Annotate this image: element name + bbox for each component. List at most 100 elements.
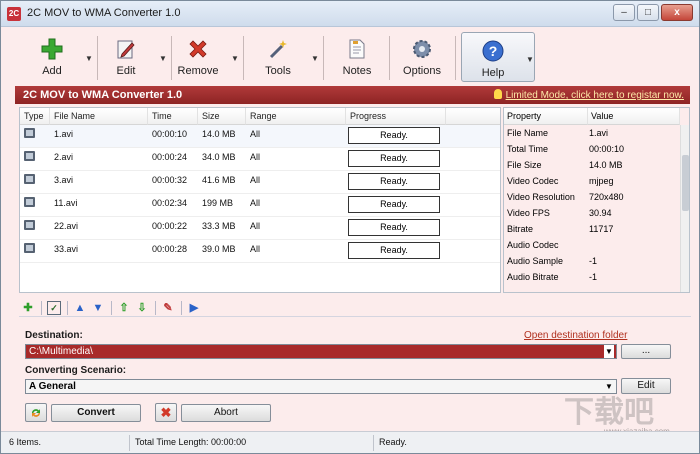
progress-cell: Ready.	[348, 219, 440, 236]
move-top-icon[interactable]: ⇧	[117, 301, 131, 315]
remove-dropdown-arrow[interactable]: ▼	[231, 54, 239, 63]
move-up-icon[interactable]: ▲	[73, 301, 87, 315]
register-link[interactable]: Limited Mode, click here to registar now…	[493, 89, 684, 101]
property-value: 30.94	[589, 208, 612, 218]
remove-button[interactable]: Remove	[175, 31, 221, 83]
open-destination-folder-link[interactable]: Open destination folder	[524, 330, 627, 341]
scrollbar-thumb[interactable]	[682, 155, 689, 211]
cell-size: 39.0 MB	[202, 244, 236, 254]
column-header-size[interactable]: Size	[198, 108, 246, 125]
progress-cell: Ready.	[348, 127, 440, 144]
abort-icon-button[interactable]: ✖	[155, 403, 177, 422]
column-header-time[interactable]: Time	[148, 108, 198, 125]
options-label: Options	[403, 65, 441, 77]
list-toolbar-separator	[181, 301, 182, 315]
cell-time: 00:00:22	[152, 221, 188, 231]
properties-scrollbar[interactable]	[680, 125, 689, 292]
table-row[interactable]: 1.avi 00:00:10 14.0 MB All Ready.	[20, 125, 500, 148]
browse-button[interactable]: ...	[621, 344, 671, 359]
toolbar-separator	[455, 36, 456, 80]
status-state: Ready.	[379, 437, 407, 447]
table-row[interactable]: 33.avi 00:00:28 39.0 MB All Ready.	[20, 240, 500, 263]
property-key: Audio Codec	[507, 240, 559, 250]
minimize-button[interactable]: –	[613, 4, 635, 21]
register-banner: 2C MOV to WMA Converter 1.0 Limited Mode…	[15, 86, 690, 104]
table-row[interactable]: 3.avi 00:00:32 41.6 MB All Ready.	[20, 171, 500, 194]
app-window: 2C 2C MOV to WMA Converter 1.0 – □ x Add…	[0, 0, 700, 454]
column-header-type[interactable]: Type	[20, 108, 50, 125]
column-header-filename[interactable]: File Name	[50, 108, 148, 125]
plus-icon	[41, 38, 63, 60]
table-row[interactable]: 22.avi 00:00:22 33.3 MB All Ready.	[20, 217, 500, 240]
property-key: Audio Bitrate	[507, 272, 559, 282]
help-question-icon: ?	[482, 40, 504, 62]
notes-label: Notes	[342, 65, 372, 77]
cell-range: All	[250, 152, 261, 162]
close-button[interactable]: x	[661, 4, 693, 21]
destination-combobox[interactable]: C:\Multimedia\ ▼	[25, 344, 617, 359]
video-file-icon	[24, 243, 35, 253]
cell-filename: 1.avi	[54, 129, 74, 139]
cell-size: 34.0 MB	[202, 152, 236, 162]
column-header-property[interactable]: Property	[504, 108, 588, 125]
tools-button[interactable]: Tools	[255, 31, 301, 83]
check-all-icon[interactable]: ✓	[47, 301, 61, 315]
property-value: mjpeg	[589, 176, 614, 186]
notes-button[interactable]: Notes	[335, 31, 379, 83]
cell-filename: 22.avi	[54, 221, 79, 231]
options-button[interactable]: Options	[399, 31, 445, 83]
window-title: 2C MOV to WMA Converter 1.0	[27, 7, 181, 19]
column-header-range[interactable]: Range	[246, 108, 346, 125]
chevron-down-icon[interactable]: ▼	[604, 345, 614, 358]
property-key: File Name	[507, 128, 549, 138]
watermark-glyphs: 下载吧	[564, 396, 654, 429]
edit-file-icon[interactable]: ✎	[161, 301, 175, 315]
cell-time: 00:00:10	[152, 129, 188, 139]
maximize-button[interactable]: □	[637, 4, 659, 21]
add-dropdown-arrow[interactable]: ▼	[85, 54, 93, 63]
move-bottom-icon[interactable]: ⇩	[135, 301, 149, 315]
gear-icon	[413, 40, 431, 58]
help-dropdown-arrow[interactable]: ▼	[526, 55, 534, 64]
help-button[interactable]: ? Help ▼	[461, 32, 535, 82]
property-row: Bitrate 11717	[504, 221, 680, 237]
edit-pen-icon	[117, 40, 135, 59]
destination-path: C:\Multimedia\	[29, 346, 93, 357]
column-header-value[interactable]: Value	[588, 108, 680, 125]
help-content: ? Help	[466, 33, 520, 85]
property-value: 11717	[589, 224, 614, 234]
status-items-count: 6 Items.	[9, 437, 42, 447]
file-list[interactable]: Type File Name Time Size Range Progress …	[19, 107, 501, 293]
property-key: File Size	[507, 160, 542, 170]
table-row[interactable]: 2.avi 00:00:24 34.0 MB All Ready.	[20, 148, 500, 171]
converting-scenario-label: Converting Scenario:	[25, 365, 127, 376]
list-toolbar-separator	[155, 301, 156, 315]
cell-time: 00:00:32	[152, 175, 188, 185]
convert-button[interactable]: Convert	[51, 404, 141, 422]
property-value: 14.0 MB	[589, 160, 623, 170]
video-file-icon	[24, 128, 35, 138]
column-header-progress[interactable]: Progress	[346, 108, 446, 125]
status-separator	[373, 435, 374, 451]
property-row: Video Codec mjpeg	[504, 173, 680, 189]
move-down-icon[interactable]: ▼	[91, 301, 105, 315]
scenario-select[interactable]: A General ▼	[25, 379, 617, 394]
list-toolbar-separator	[41, 301, 42, 315]
properties-panel[interactable]: Property Value File Name 1.avi Total Tim…	[503, 107, 690, 293]
cell-filename: 11.avi	[54, 198, 78, 208]
tools-dropdown-arrow[interactable]: ▼	[311, 54, 319, 63]
video-file-icon	[24, 151, 35, 161]
property-key: Video FPS	[507, 208, 550, 218]
scenario-value: A General	[29, 381, 76, 392]
play-icon[interactable]: ▶	[187, 301, 201, 315]
property-row: Video Resolution 720x480	[504, 189, 680, 205]
abort-button[interactable]: Abort	[181, 404, 271, 422]
property-row: Video FPS 30.94	[504, 205, 680, 221]
edit-button[interactable]: Edit	[101, 31, 151, 83]
table-row[interactable]: 11.avi 00:02:34 199 MB All Ready.	[20, 194, 500, 217]
add-button[interactable]: Add	[27, 31, 77, 83]
cell-range: All	[250, 129, 261, 139]
edit-dropdown-arrow[interactable]: ▼	[159, 54, 167, 63]
add-file-icon[interactable]: ✚	[21, 301, 35, 315]
convert-icon-button[interactable]	[25, 403, 47, 422]
